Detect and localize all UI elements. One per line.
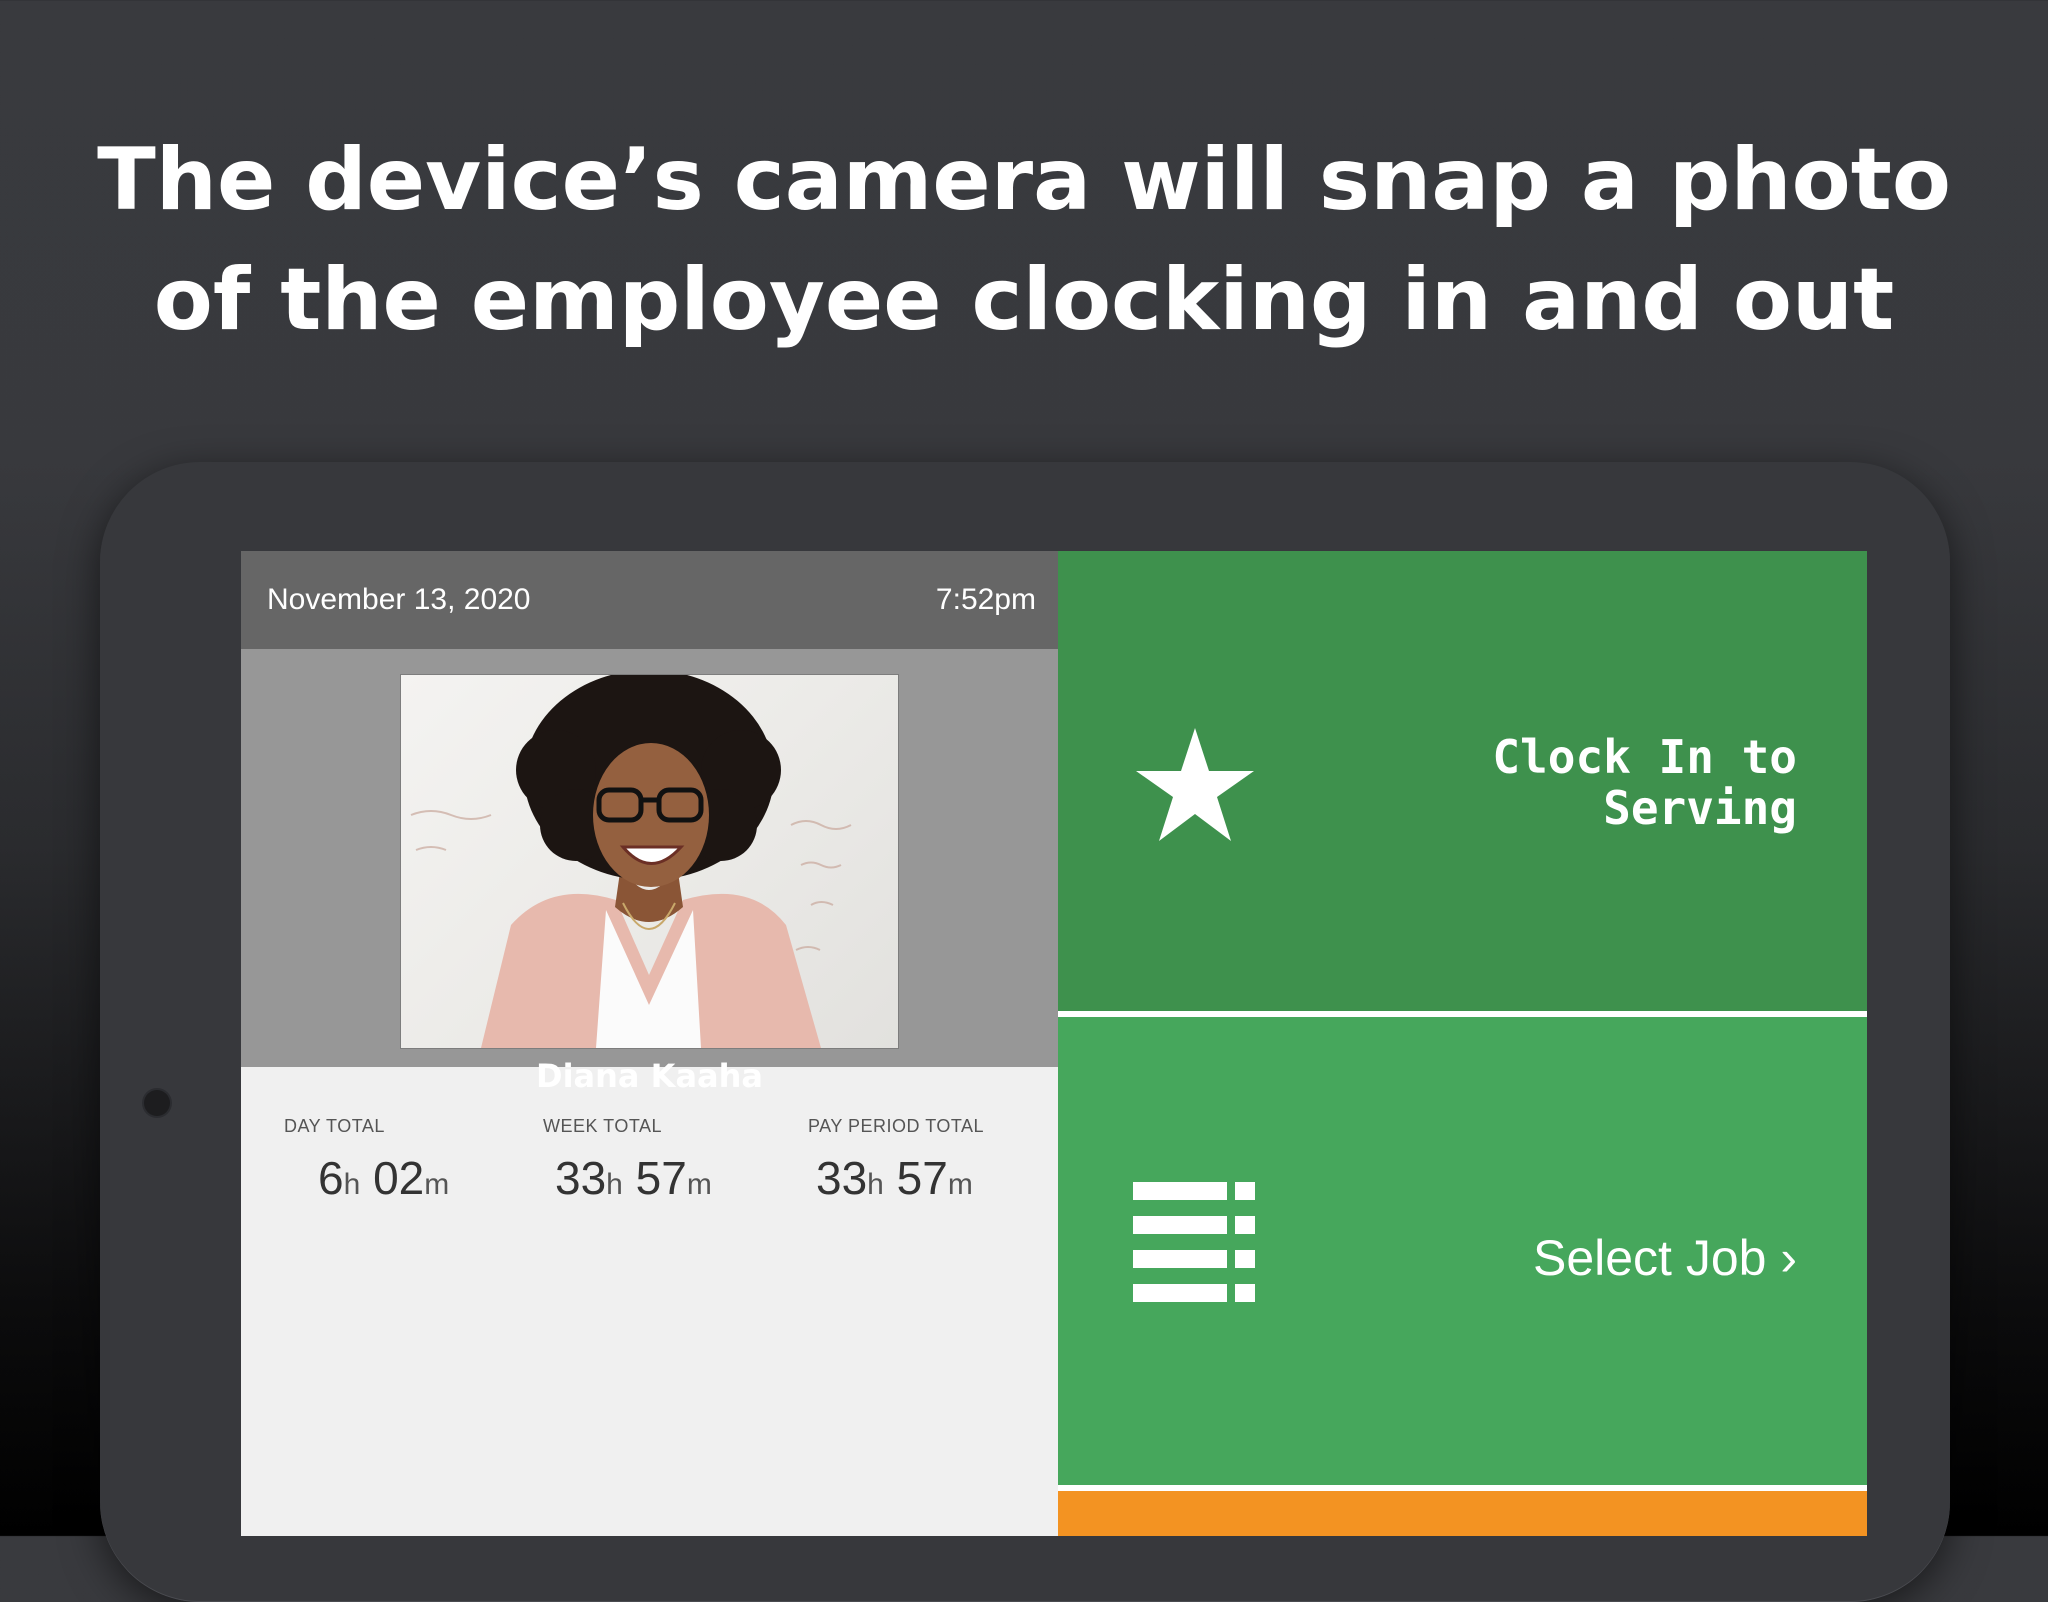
- day-total-value: 6h 02m: [318, 1151, 449, 1205]
- orange-action-button[interactable]: [1058, 1491, 1867, 1536]
- headline-line-1: The device’s camera will snap a photo: [97, 130, 1951, 230]
- current-date: November 13, 2020: [267, 583, 531, 616]
- clock-in-label: Clock In to Serving: [1492, 732, 1797, 834]
- week-total-hours: 33: [555, 1152, 607, 1204]
- pay-period-total-value: 33h 57m: [816, 1151, 984, 1205]
- clock-in-button[interactable]: Clock In to Serving: [1058, 551, 1867, 1011]
- list-icon: [1133, 1182, 1255, 1302]
- hours-unit: h: [343, 1168, 361, 1201]
- clock-in-label-line-2: Serving: [1603, 781, 1797, 835]
- day-total-minutes: 02: [373, 1152, 425, 1204]
- star-icon: [1136, 728, 1254, 841]
- employee-panel: November 13, 2020 7:52pm Diana Kaaha: [241, 551, 1058, 1536]
- hours-unit: h: [606, 1168, 623, 1201]
- week-total-label: WEEK TOTAL: [543, 1116, 663, 1136]
- day-total-hours: 6: [318, 1152, 344, 1204]
- employee-photo: [400, 674, 899, 1049]
- week-total: WEEK TOTAL 33h 57m: [543, 1116, 712, 1205]
- profile-card: Diana Kaaha: [241, 649, 1058, 1095]
- week-total-value: 33h 57m: [555, 1151, 712, 1205]
- front-camera: [144, 1090, 170, 1116]
- minutes-unit: m: [686, 1168, 712, 1201]
- pay-period-total-minutes: 57: [896, 1152, 948, 1204]
- week-total-minutes: 57: [635, 1152, 687, 1204]
- pay-period-total-label: PAY PERIOD TOTAL: [808, 1116, 985, 1136]
- hours-unit: h: [867, 1168, 884, 1201]
- headline: The device’s camera will snap a photo of…: [0, 120, 2048, 360]
- day-total-label: DAY TOTAL: [284, 1116, 385, 1136]
- pay-period-total: PAY PERIOD TOTAL 33h 57m: [808, 1116, 984, 1205]
- status-bar: November 13, 2020 7:52pm: [241, 551, 1058, 649]
- employee-name: Diana Kaaha: [536, 1057, 763, 1095]
- day-total: DAY TOTAL 6h 02m: [284, 1116, 449, 1205]
- pay-period-total-hours: 33: [816, 1152, 868, 1204]
- minutes-unit: m: [424, 1168, 450, 1201]
- minutes-unit: m: [947, 1168, 973, 1201]
- headline-line-2: of the employee clocking in and out: [153, 250, 1895, 350]
- app-screen: November 13, 2020 7:52pm Diana Kaaha Clo…: [241, 551, 1867, 1536]
- action-panel: Clock In to Serving Select Job ›: [1058, 551, 1867, 1536]
- select-job-label: Select Job ›: [1532, 1230, 1797, 1286]
- clock-in-label-line-1: Clock In to: [1492, 730, 1797, 784]
- select-job-button[interactable]: Select Job ›: [1058, 1017, 1867, 1485]
- current-time: 7:52pm: [935, 583, 1036, 616]
